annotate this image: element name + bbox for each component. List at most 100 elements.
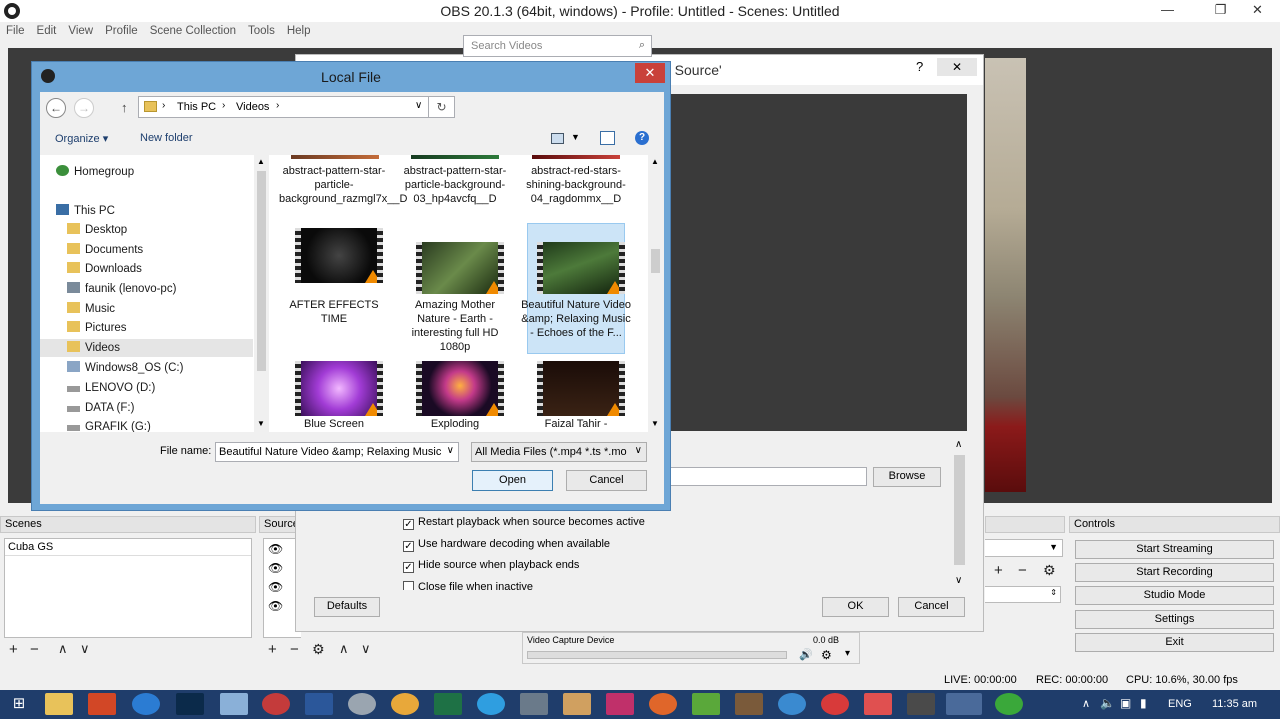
video-thumbnail[interactable] bbox=[537, 361, 625, 416]
video-thumbnail[interactable] bbox=[416, 242, 504, 294]
start-streaming-button[interactable]: Start Streaming bbox=[1075, 540, 1274, 559]
close-file-checkbox[interactable]: Close file when inactive bbox=[403, 581, 533, 590]
nav-item-desktop[interactable]: Desktop bbox=[67, 221, 127, 239]
new-folder-button[interactable]: New folder bbox=[140, 132, 193, 144]
add-transition-icon[interactable]: + bbox=[994, 562, 1003, 579]
file-name-input[interactable]: Beautiful Nature Video &amp; Relaxing Mu… bbox=[215, 442, 459, 462]
file-name[interactable]: Exploding bbox=[400, 417, 510, 431]
transition-duration[interactable]: ⇕ bbox=[985, 586, 1061, 603]
studio-mode-button[interactable]: Studio Mode bbox=[1075, 586, 1274, 605]
navigation-pane[interactable]: Homegroup This PC Desktop Documents Down… bbox=[40, 155, 254, 432]
visibility-eye-icon[interactable]: 👁 bbox=[268, 580, 283, 594]
video-thumbnail[interactable] bbox=[411, 155, 499, 159]
battery-icon[interactable]: ▮ bbox=[1140, 696, 1147, 710]
up-arrow-icon[interactable]: ↑ bbox=[121, 100, 128, 115]
nav-item-music[interactable]: Music bbox=[67, 300, 115, 318]
powerpoint-icon[interactable] bbox=[88, 693, 116, 715]
file-list[interactable]: abstract-pattern-star-particle-backgroun… bbox=[269, 155, 651, 432]
video-thumbnail[interactable] bbox=[532, 155, 620, 159]
chevron-down-icon[interactable]: ∨ bbox=[632, 445, 642, 456]
file-name[interactable]: abstract-red-stars-shining-background-04… bbox=[521, 164, 631, 206]
menu-file[interactable]: File bbox=[0, 22, 31, 37]
obs-taskbar-icon[interactable] bbox=[946, 693, 982, 715]
move-down-icon[interactable]: ∨ bbox=[80, 641, 90, 657]
chrome-icon[interactable] bbox=[391, 693, 419, 715]
view-options-icon[interactable] bbox=[551, 133, 564, 144]
excel-icon[interactable] bbox=[434, 693, 462, 715]
restart-playback-checkbox[interactable]: ✓ Restart playback when source becomes ac… bbox=[403, 516, 645, 530]
dialog-close-button[interactable]: ✕ bbox=[635, 63, 665, 83]
network-icon[interactable]: ▣ bbox=[1120, 696, 1131, 710]
video-thumbnail[interactable] bbox=[291, 155, 379, 159]
scroll-up-icon[interactable]: ∧ bbox=[955, 439, 962, 450]
menu-profile[interactable]: Profile bbox=[99, 22, 144, 37]
volume-slider[interactable] bbox=[527, 651, 787, 659]
scene-item[interactable]: Cuba GS bbox=[5, 539, 251, 556]
visibility-eye-icon[interactable]: 👁 bbox=[268, 561, 283, 575]
video-thumbnail[interactable] bbox=[295, 228, 383, 283]
video-thumbnail[interactable] bbox=[537, 242, 625, 294]
add-source-icon[interactable]: + bbox=[268, 641, 277, 658]
breadcrumb-videos[interactable]: Videos bbox=[236, 101, 269, 113]
visibility-eye-icon[interactable]: 👁 bbox=[268, 599, 283, 613]
windows-start-icon[interactable]: ⊞ bbox=[6, 693, 32, 715]
menu-view[interactable]: View bbox=[62, 22, 99, 37]
menu-edit[interactable]: Edit bbox=[31, 22, 63, 37]
scroll-down-icon[interactable]: ▼ bbox=[257, 419, 265, 428]
properties-close-button[interactable]: ✕ bbox=[937, 58, 977, 76]
search-icon[interactable]: ⌕ bbox=[639, 39, 645, 52]
keyboard-icon[interactable] bbox=[520, 693, 548, 715]
remove-source-icon[interactable]: − bbox=[290, 641, 299, 658]
help-icon[interactable]: ? bbox=[635, 131, 649, 145]
minimize-button[interactable]: — bbox=[1145, 0, 1190, 22]
address-dropdown-icon[interactable]: ∨ bbox=[415, 100, 422, 111]
chevron-down-icon[interactable]: ▼ bbox=[571, 132, 580, 142]
remove-scene-icon[interactable]: − bbox=[30, 641, 39, 658]
file-name[interactable]: Blue Screen bbox=[279, 417, 389, 431]
nav-item-drive-c[interactable]: Windows8_OS (C:) bbox=[67, 359, 183, 377]
scroll-thumb[interactable] bbox=[954, 455, 965, 565]
organize-menu[interactable]: Organize ▾ bbox=[55, 132, 108, 145]
exit-button[interactable]: Exit bbox=[1075, 633, 1274, 652]
scroll-up-icon[interactable]: ▲ bbox=[651, 157, 659, 166]
paint-icon[interactable] bbox=[262, 693, 290, 715]
control-panel-icon[interactable] bbox=[348, 693, 376, 715]
file-name[interactable]: abstract-pattern-star-particle-backgroun… bbox=[400, 164, 510, 206]
nav-item-downloads[interactable]: Downloads bbox=[67, 260, 142, 278]
source-settings-gear-icon[interactable]: ⚙ bbox=[312, 641, 325, 658]
firefox-icon[interactable] bbox=[649, 693, 677, 715]
close-button[interactable]: ✕ bbox=[1235, 0, 1280, 22]
back-arrow-icon[interactable]: ← bbox=[46, 98, 66, 118]
settings-button[interactable]: Settings bbox=[1075, 610, 1274, 629]
video-thumbnail[interactable] bbox=[295, 361, 383, 416]
nav-item-drive-g[interactable]: GRAFIK (G:) bbox=[67, 418, 151, 432]
scenes-list[interactable]: Cuba GS bbox=[4, 538, 252, 638]
file-list-scrollbar[interactable]: ▲ ▼ bbox=[648, 155, 663, 432]
help-button[interactable]: ? bbox=[916, 59, 923, 74]
hardware-decoding-checkbox[interactable]: ✓ Use hardware decoding when available bbox=[403, 538, 610, 552]
source-move-down-icon[interactable]: ∨ bbox=[361, 641, 371, 657]
clock[interactable]: 11:35 am bbox=[1212, 698, 1257, 710]
file-name[interactable]: abstract-pattern-star-particle-backgroun… bbox=[279, 164, 407, 206]
start-recording-button[interactable]: Start Recording bbox=[1075, 563, 1274, 582]
nav-item-network-share[interactable]: faunik (lenovo-pc) bbox=[67, 280, 176, 298]
refresh-icon[interactable]: ↻ bbox=[429, 96, 455, 118]
media-app-icon[interactable] bbox=[606, 693, 634, 715]
language-indicator[interactable]: ENG bbox=[1168, 698, 1192, 710]
properties-scrollbar[interactable]: ∧ ∨ bbox=[952, 437, 967, 589]
nav-scrollbar[interactable]: ▲ ▼ bbox=[254, 155, 269, 432]
internet-explorer-icon[interactable] bbox=[132, 693, 160, 715]
transition-gear-icon[interactable]: ⚙ bbox=[1043, 562, 1056, 579]
file-name[interactable]: Faizal Tahir - bbox=[521, 417, 631, 431]
remove-transition-icon[interactable]: − bbox=[1018, 562, 1027, 579]
app-icon[interactable] bbox=[821, 693, 849, 715]
checkbox-icon[interactable]: ✓ bbox=[403, 519, 414, 530]
word-icon[interactable] bbox=[305, 693, 333, 715]
checkbox-icon[interactable]: ✓ bbox=[403, 541, 414, 552]
file-name[interactable]: Beautiful Nature Video &amp; Relaxing Mu… bbox=[521, 298, 631, 340]
transition-select[interactable]: ▼ bbox=[985, 539, 1063, 557]
hide-source-checkbox[interactable]: ✓ Hide source when playback ends bbox=[403, 559, 579, 573]
checkbox-icon[interactable]: ✓ bbox=[403, 562, 414, 573]
photoshop-icon[interactable] bbox=[176, 693, 204, 715]
chevron-down-icon[interactable]: ∨ bbox=[444, 445, 454, 456]
